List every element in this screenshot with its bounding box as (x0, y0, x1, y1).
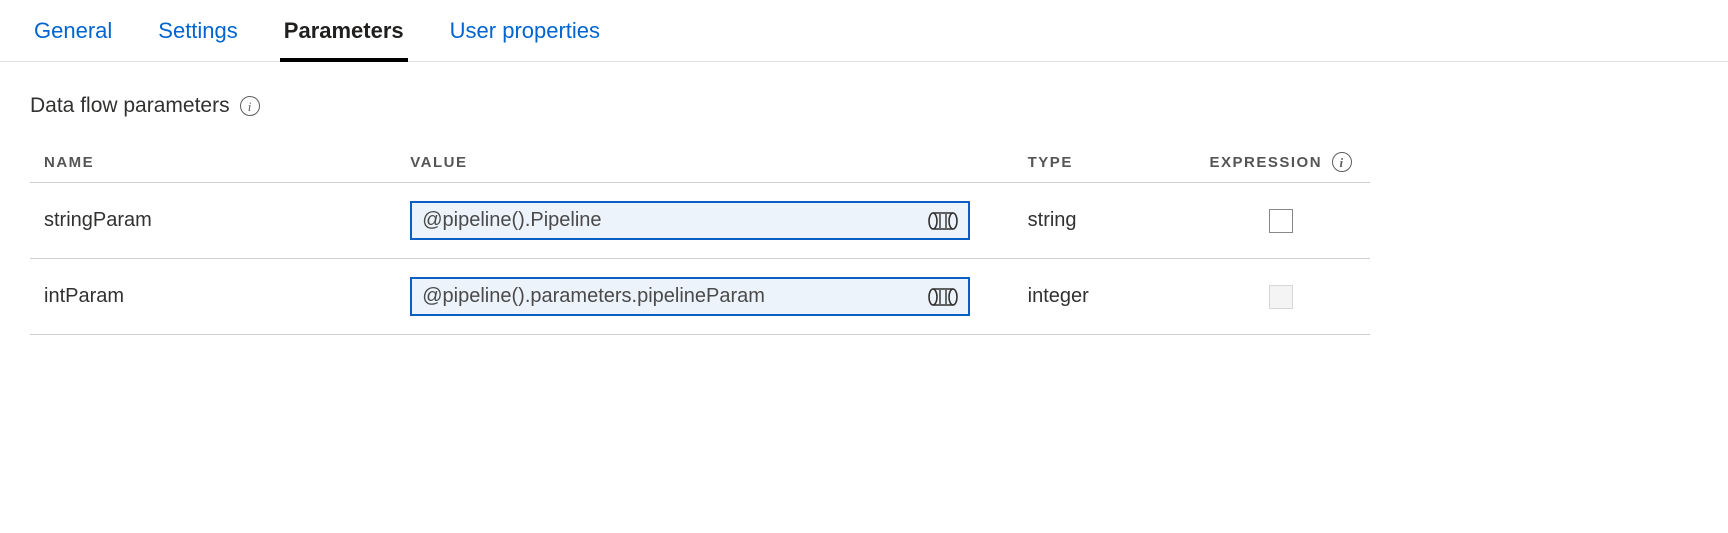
info-icon[interactable]: i (240, 96, 260, 116)
table-row: stringParam @pipeline().Pipeline (30, 183, 1370, 259)
param-type: string (1014, 183, 1192, 259)
parameters-table: NAME VALUE TYPE EXPRESSION i stringParam… (30, 142, 1370, 335)
param-value-text: @pipeline().Pipeline (422, 209, 920, 232)
tab-settings[interactable]: Settings (154, 12, 242, 62)
column-header-value: VALUE (396, 142, 1013, 183)
section-heading: Data flow parameters i (30, 94, 1698, 118)
column-header-expression-text: EXPRESSION (1210, 154, 1323, 171)
param-value-text: @pipeline().parameters.pipelineParam (422, 285, 920, 308)
column-header-type: TYPE (1014, 142, 1192, 183)
param-value-input[interactable]: @pipeline().parameters.pipelineParam (410, 277, 970, 316)
column-header-name: NAME (30, 142, 396, 183)
info-icon[interactable]: i (1332, 152, 1352, 172)
param-name: stringParam (30, 183, 396, 259)
param-value-input[interactable]: @pipeline().Pipeline (410, 201, 970, 240)
expression-builder-icon[interactable] (928, 288, 958, 306)
section-title-text: Data flow parameters (30, 94, 230, 118)
tab-general[interactable]: General (30, 12, 116, 62)
parameters-panel: Data flow parameters i NAME VALUE TYPE E… (0, 62, 1728, 367)
expression-builder-icon[interactable] (928, 212, 958, 230)
tab-user-properties[interactable]: User properties (446, 12, 604, 62)
tab-bar: General Settings Parameters User propert… (0, 0, 1728, 62)
column-header-expression: EXPRESSION i (1192, 142, 1370, 183)
expression-checkbox (1269, 285, 1293, 309)
table-row: intParam @pipeline().parameters.pipeline… (30, 259, 1370, 335)
expression-checkbox[interactable] (1269, 209, 1293, 233)
param-type: integer (1014, 259, 1192, 335)
tab-parameters[interactable]: Parameters (280, 12, 408, 62)
param-name: intParam (30, 259, 396, 335)
